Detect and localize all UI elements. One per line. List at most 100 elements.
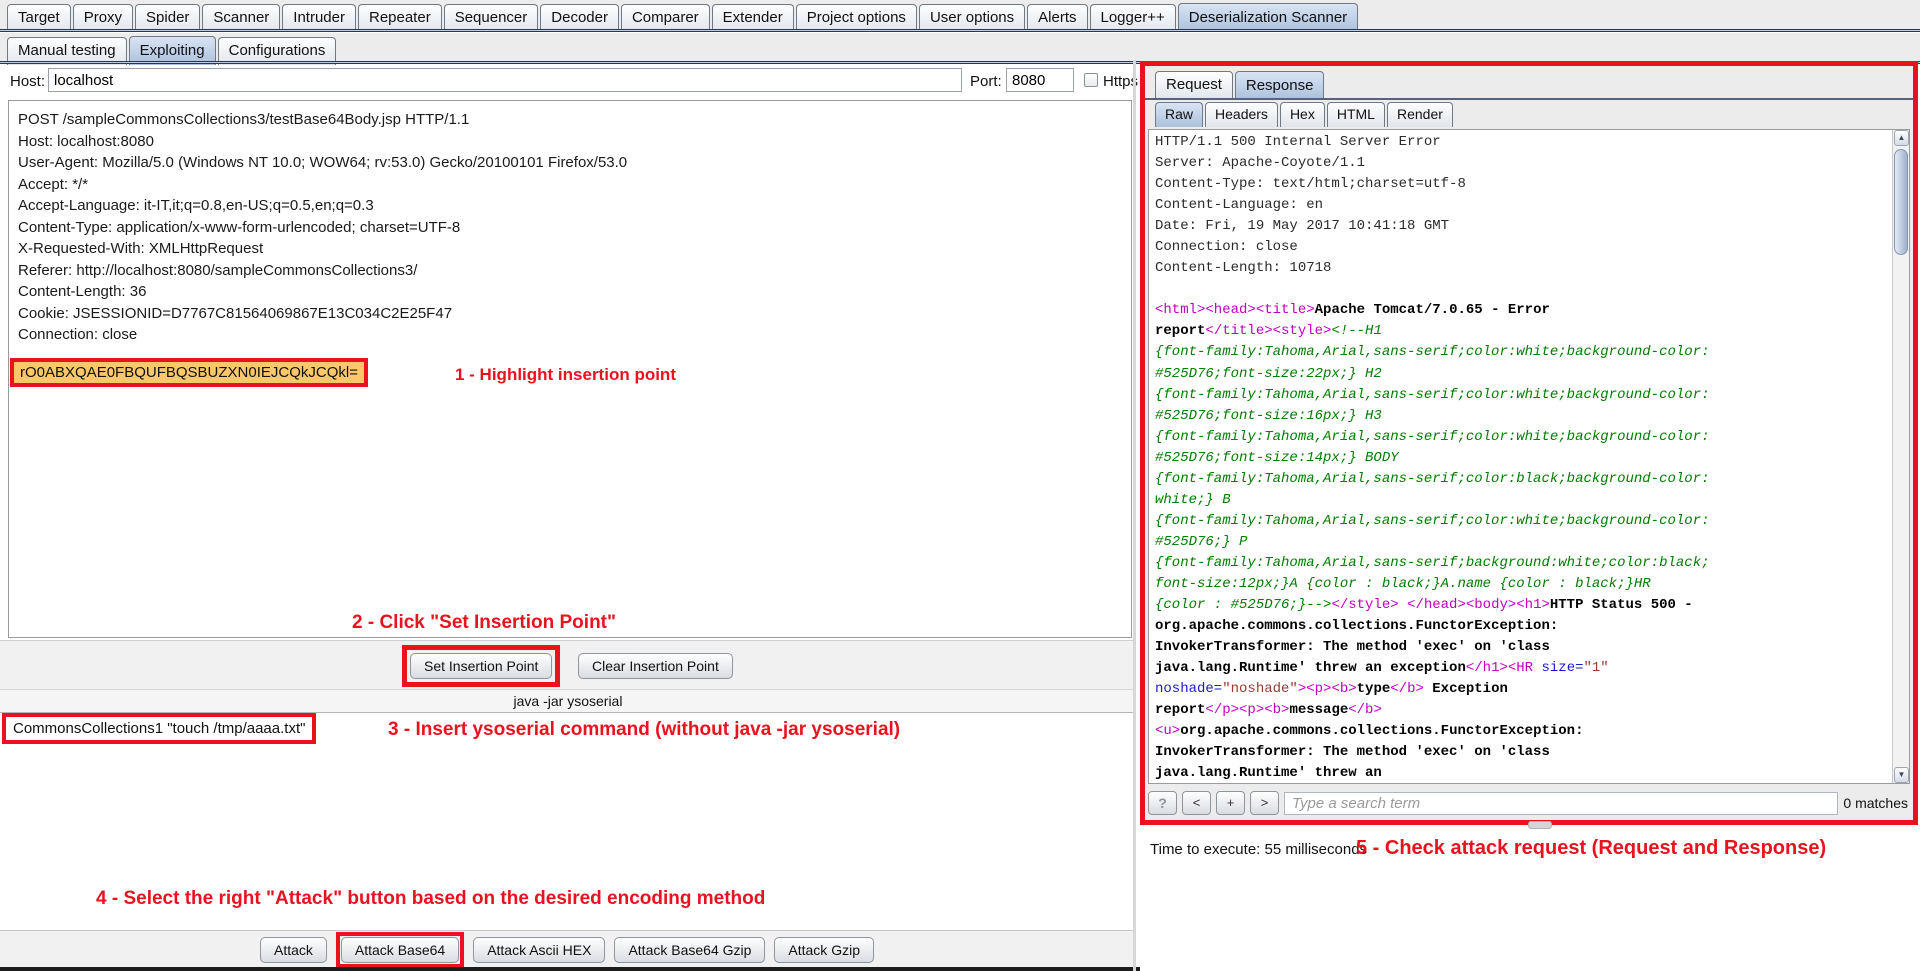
https-checkbox[interactable] <box>1084 73 1098 87</box>
response-line: HTTP/1.1 500 Internal Server Error <box>1155 132 1710 153</box>
main-tab-scanner[interactable]: Scanner <box>202 4 280 32</box>
response-line: {font-family:Tahoma,Arial,sans-serif;col… <box>1155 511 1710 532</box>
response-line: Content-Language: en <box>1155 195 1710 216</box>
response-line: InvokerTransformer: The method 'exec' on… <box>1155 637 1710 658</box>
response-line: {color : #525D76;}--></style> </head><bo… <box>1155 595 1710 616</box>
main-tab-sequencer[interactable]: Sequencer <box>444 4 539 32</box>
response-line: {font-family:Tahoma,Arial,sans-serif;col… <box>1155 342 1710 363</box>
response-line <box>1155 279 1710 300</box>
clear-insertion-point-button[interactable]: Clear Insertion Point <box>578 653 733 679</box>
main-tab-alerts[interactable]: Alerts <box>1027 4 1087 32</box>
response-line: {font-family:Tahoma,Arial,sans-serif;col… <box>1155 385 1710 406</box>
main-tab-decoder[interactable]: Decoder <box>540 4 619 32</box>
main-tab-spider[interactable]: Spider <box>135 4 200 32</box>
view-tab-headers[interactable]: Headers <box>1205 102 1278 127</box>
search-matches: 0 matches <box>1843 795 1910 811</box>
scroll-down-icon[interactable]: ▼ <box>1894 767 1909 783</box>
response-line: org.apache.commons.collections.FunctorEx… <box>1155 616 1710 637</box>
request-line: Content-Length: 36 <box>18 281 1127 303</box>
request-line: Connection: close <box>18 324 1127 346</box>
host-input[interactable] <box>48 68 962 92</box>
response-scrollbar[interactable]: ▲ ▼ <box>1892 130 1909 783</box>
response-line: Connection: close <box>1155 237 1710 258</box>
request-line: POST /sampleCommonsCollections3/testBase… <box>18 109 1127 131</box>
request-line: Cookie: JSESSIONID=D7767C81564069867E13C… <box>18 303 1127 325</box>
main-tab-target[interactable]: Target <box>7 4 71 32</box>
response-line: java.lang.Runtime' threw an <box>1155 763 1710 784</box>
response-lines: HTTP/1.1 500 Internal Server ErrorServer… <box>1155 132 1710 784</box>
search-help-button[interactable]: ? <box>1148 791 1177 815</box>
response-line: Date: Fri, 19 May 2017 10:41:18 GMT <box>1155 216 1710 237</box>
panel-divider[interactable] <box>1133 60 1136 971</box>
request-line: Content-Type: application/x-www-form-url… <box>18 217 1127 239</box>
main-tab-project-options[interactable]: Project options <box>796 4 917 32</box>
view-tab-hex[interactable]: Hex <box>1280 102 1325 127</box>
attack-button-highlight-box: Attack Base64 <box>336 932 464 968</box>
message-tab-response[interactable]: Response <box>1235 71 1325 100</box>
ysoserial-label: java -jar ysoserial <box>0 690 1136 712</box>
request-line: Accept: */* <box>18 174 1127 196</box>
search-next-button[interactable]: > <box>1250 791 1279 815</box>
response-line: Content-Type: text/html;charset=utf-8 <box>1155 174 1710 195</box>
set-insertion-point-highlight-box: Set Insertion Point <box>402 645 560 687</box>
view-tab-raw[interactable]: Raw <box>1155 102 1203 127</box>
resize-grip[interactable] <box>1528 821 1552 829</box>
main-tab-repeater[interactable]: Repeater <box>358 4 442 32</box>
window-bottom-edge <box>0 967 1140 971</box>
message-tab-underline <box>1145 98 1913 100</box>
main-tab-bar: TargetProxySpiderScannerIntruderRepeater… <box>7 3 1358 32</box>
search-add-button[interactable]: + <box>1216 791 1245 815</box>
response-line: font-size:12px;}A {color : black;}A.name… <box>1155 574 1710 595</box>
scroll-thumb[interactable] <box>1894 149 1908 255</box>
response-line: report</p><p><b>message</b> <box>1155 700 1710 721</box>
main-tab-comparer[interactable]: Comparer <box>621 4 710 32</box>
annotation-step3: 3 - Insert ysoserial command (without ja… <box>388 719 900 741</box>
main-tab-logger[interactable]: Logger++ <box>1090 4 1176 32</box>
request-lines: POST /sampleCommonsCollections3/testBase… <box>18 109 1127 346</box>
response-line: report</title><style><!--H1 <box>1155 321 1710 342</box>
attack-button-attack[interactable]: Attack <box>260 937 327 963</box>
attack-button-attack-gzip[interactable]: Attack Gzip <box>774 937 874 963</box>
response-line: InvokerTransformer: The method 'exec' on… <box>1155 742 1710 763</box>
response-line: <html><head><title>Apache Tomcat/7.0.65 … <box>1155 300 1710 321</box>
search-input[interactable] <box>1284 792 1838 815</box>
response-line: Content-Length: 10718 <box>1155 258 1710 279</box>
ysoserial-command[interactable]: CommonsCollections1 "touch /tmp/aaaa.txt… <box>2 713 316 744</box>
response-line: #525D76;font-size:14px;} BODY <box>1155 448 1710 469</box>
attack-button-attack-base64[interactable]: Attack Base64 <box>341 937 459 963</box>
response-line: java.lang.Runtime' threw an exception</h… <box>1155 658 1710 679</box>
response-line: #525D76;} P <box>1155 532 1710 553</box>
response-line: #525D76;font-size:22px;} H2 <box>1155 364 1710 385</box>
port-input[interactable] <box>1006 68 1074 92</box>
burp-deserialization-scanner-window: TargetProxySpiderScannerIntruderRepeater… <box>0 0 1920 971</box>
response-raw-view[interactable]: HTTP/1.1 500 Internal Server ErrorServer… <box>1148 129 1910 784</box>
response-line: <u>org.apache.commons.collections.Functo… <box>1155 721 1710 742</box>
search-prev-button[interactable]: < <box>1182 791 1211 815</box>
set-insertion-point-button[interactable]: Set Insertion Point <box>410 653 552 679</box>
response-line: {font-family:Tahoma,Arial,sans-serif;bac… <box>1155 553 1710 574</box>
attack-result-panel: RequestResponse RawHeadersHexHTMLRender … <box>1140 61 1918 825</box>
highlighted-payload[interactable]: rO0ABXQAE0FBQUFBQSBUZXN0IEJCQkJCQkl= <box>10 358 368 387</box>
attack-button-attack-ascii-hex[interactable]: Attack Ascii HEX <box>473 937 605 963</box>
main-tab-user-options[interactable]: User options <box>919 4 1025 32</box>
message-tab-request[interactable]: Request <box>1155 71 1233 100</box>
annotation-step4: 4 - Select the right "Attack" button bas… <box>96 888 765 910</box>
view-tab-bar: RawHeadersHexHTMLRender <box>1155 102 1453 127</box>
annotation-step5: 5 - Check attack request (Request and Re… <box>1356 837 1826 860</box>
attack-button-attack-base64-gzip[interactable]: Attack Base64 Gzip <box>614 937 765 963</box>
attack-buttons-row: Attack Attack Base64 Attack Ascii HEX Attac… <box>260 932 874 968</box>
request-line: Referer: http://localhost:8080/sampleCom… <box>18 260 1127 282</box>
view-tab-html[interactable]: HTML <box>1327 102 1385 127</box>
scroll-up-icon[interactable]: ▲ <box>1894 130 1909 146</box>
view-tab-render[interactable]: Render <box>1387 102 1453 127</box>
response-line: Server: Apache-Coyote/1.1 <box>1155 153 1710 174</box>
main-tab-underline <box>0 29 1920 32</box>
main-tab-intruder[interactable]: Intruder <box>282 4 356 32</box>
request-line: Accept-Language: it-IT,it;q=0.8,en-US;q=… <box>18 195 1127 217</box>
main-tab-deserialization-scanner[interactable]: Deserialization Scanner <box>1178 3 1358 32</box>
response-line: #525D76;font-size:16px;} H3 <box>1155 406 1710 427</box>
message-tab-bar: RequestResponse <box>1155 71 1324 100</box>
main-tab-proxy[interactable]: Proxy <box>73 4 133 32</box>
main-tab-extender[interactable]: Extender <box>712 4 794 32</box>
host-label: Host: <box>10 73 45 90</box>
